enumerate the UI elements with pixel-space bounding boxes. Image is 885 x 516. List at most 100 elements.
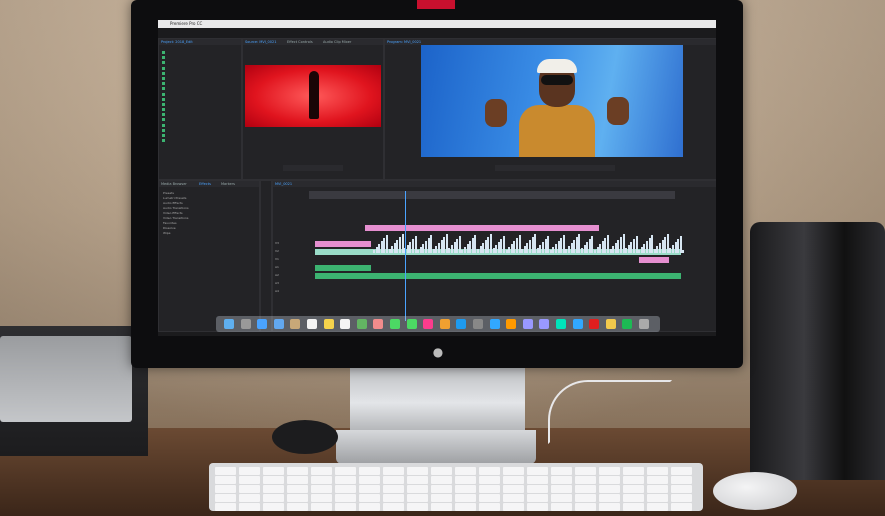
- itunes-icon[interactable]: [423, 319, 434, 329]
- lightroom-icon[interactable]: [572, 319, 583, 329]
- key[interactable]: [359, 467, 380, 475]
- key[interactable]: [215, 494, 236, 502]
- key[interactable]: [263, 467, 284, 475]
- source-transport-controls[interactable]: [283, 165, 343, 171]
- key[interactable]: [311, 467, 332, 475]
- key[interactable]: [335, 485, 356, 493]
- key[interactable]: [239, 485, 260, 493]
- launchpad-icon[interactable]: [240, 319, 251, 329]
- safari-icon[interactable]: [257, 319, 268, 329]
- key[interactable]: [359, 476, 380, 484]
- key[interactable]: [599, 494, 620, 502]
- photos-icon[interactable]: [373, 319, 384, 329]
- maps-icon[interactable]: [356, 319, 367, 329]
- key[interactable]: [671, 467, 692, 475]
- key[interactable]: [263, 503, 284, 511]
- key[interactable]: [239, 503, 260, 511]
- key[interactable]: [239, 476, 260, 484]
- tab-source[interactable]: Source: MVI_0021: [245, 40, 276, 44]
- spotify-icon[interactable]: [622, 319, 633, 329]
- acrobat-icon[interactable]: [589, 319, 600, 329]
- key[interactable]: [527, 503, 548, 511]
- key[interactable]: [407, 503, 428, 511]
- key[interactable]: [527, 476, 548, 484]
- tab-sequence[interactable]: MVI_0021: [275, 182, 292, 186]
- key[interactable]: [455, 485, 476, 493]
- key[interactable]: [311, 485, 332, 493]
- preferences-icon[interactable]: [473, 319, 483, 329]
- key[interactable]: [287, 503, 308, 511]
- tab-project[interactable]: Project: 2018_Edit: [161, 40, 193, 44]
- key[interactable]: [527, 467, 548, 475]
- key[interactable]: [671, 476, 692, 484]
- photoshop-icon[interactable]: [489, 319, 500, 329]
- key[interactable]: [575, 467, 596, 475]
- key[interactable]: [215, 476, 236, 484]
- key[interactable]: [287, 476, 308, 484]
- key[interactable]: [383, 476, 404, 484]
- key[interactable]: [479, 494, 500, 502]
- key[interactable]: [359, 485, 380, 493]
- key[interactable]: [575, 485, 596, 493]
- key[interactable]: [479, 503, 500, 511]
- key[interactable]: [407, 485, 428, 493]
- trash-icon[interactable]: [639, 319, 649, 329]
- key[interactable]: [239, 467, 260, 475]
- key[interactable]: [287, 485, 308, 493]
- program-transport-controls[interactable]: [495, 165, 615, 171]
- tab-audio-mixer[interactable]: Audio Clip Mixer: [323, 40, 351, 44]
- list-item[interactable]: [162, 139, 238, 144]
- key[interactable]: [383, 503, 404, 511]
- key[interactable]: [431, 476, 452, 484]
- key[interactable]: [623, 476, 644, 484]
- key[interactable]: [335, 494, 356, 502]
- key[interactable]: [623, 467, 644, 475]
- key[interactable]: [623, 485, 644, 493]
- key[interactable]: [599, 503, 620, 511]
- key[interactable]: [287, 494, 308, 502]
- key[interactable]: [263, 494, 284, 502]
- key[interactable]: [527, 494, 548, 502]
- tab-media-browser[interactable]: Media Browser: [161, 182, 187, 186]
- key[interactable]: [455, 476, 476, 484]
- timeline-clip[interactable]: [639, 257, 669, 263]
- track-header[interactable]: A4: [275, 289, 305, 295]
- key[interactable]: [263, 485, 284, 493]
- timeline-clip[interactable]: [315, 265, 371, 271]
- key[interactable]: [575, 476, 596, 484]
- key[interactable]: [551, 467, 572, 475]
- key[interactable]: [647, 467, 668, 475]
- key[interactable]: [239, 494, 260, 502]
- key[interactable]: [647, 485, 668, 493]
- reminders-icon[interactable]: [340, 319, 351, 329]
- key[interactable]: [431, 494, 452, 502]
- notes-icon[interactable]: [323, 319, 334, 329]
- key[interactable]: [575, 494, 596, 502]
- key[interactable]: [215, 485, 236, 493]
- facetime-icon[interactable]: [406, 319, 417, 329]
- key[interactable]: [215, 467, 236, 475]
- premiere-icon[interactable]: [539, 319, 550, 329]
- effects-bin[interactable]: Wipe: [163, 231, 189, 236]
- playhead[interactable]: [405, 191, 406, 321]
- timeline-clip[interactable]: [365, 225, 599, 231]
- audition-icon[interactable]: [556, 319, 566, 329]
- key[interactable]: [359, 494, 380, 502]
- key[interactable]: [599, 467, 620, 475]
- key[interactable]: [215, 503, 236, 511]
- key[interactable]: [503, 485, 524, 493]
- key[interactable]: [551, 485, 572, 493]
- tab-effects[interactable]: Effects: [199, 182, 211, 186]
- mail-icon[interactable]: [273, 319, 284, 329]
- key[interactable]: [575, 503, 596, 511]
- key[interactable]: [671, 494, 692, 502]
- key[interactable]: [647, 476, 668, 484]
- key[interactable]: [431, 503, 452, 511]
- calendar-icon[interactable]: [307, 319, 317, 329]
- key[interactable]: [407, 467, 428, 475]
- track-header[interactable]: A3: [275, 281, 305, 287]
- key[interactable]: [599, 485, 620, 493]
- key[interactable]: [311, 494, 332, 502]
- key[interactable]: [335, 503, 356, 511]
- key[interactable]: [335, 467, 356, 475]
